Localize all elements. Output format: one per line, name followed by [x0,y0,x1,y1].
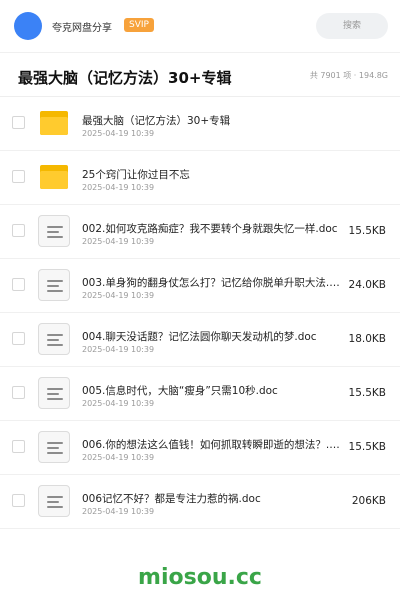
file-date: 2025-04-19 10:39 [82,507,155,516]
file-name: 005.信息时代，大脑“瘦身”只需10秒.doc [82,385,278,397]
file-name: 004.聊天没话题？记忆法圆你聊天发动机的梦.doc [82,331,317,343]
file-row[interactable]: 006.你的想法这么值钱！如何抓取转瞬即逝的想法？.doc 2025-04-19… [0,421,400,475]
file-date: 2025-04-19 10:39 [82,345,155,354]
document-icon [38,323,70,355]
file-row[interactable]: 005.信息时代，大脑“瘦身”只需10秒.doc 2025-04-19 10:3… [0,367,400,421]
file-row[interactable]: 006记忆不好？都是专注力惹的祸.doc 2025-04-19 10:39 20… [0,475,400,529]
file-size: 15.5KB [348,441,386,453]
file-size: 15.5KB [348,387,386,399]
file-date: 2025-04-19 10:39 [82,237,155,246]
file-date: 2025-04-19 10:39 [82,183,155,192]
file-list: 最强大脑（记忆方法）30+专辑 2025-04-19 10:39 25个窍门让你… [0,97,400,529]
search-input[interactable]: 搜索 [316,13,388,39]
file-name: 最强大脑（记忆方法）30+专辑 [82,115,231,127]
row-checkbox[interactable] [12,494,25,507]
file-row[interactable]: 最强大脑（记忆方法）30+专辑 2025-04-19 10:39 [0,97,400,151]
file-row[interactable]: 004.聊天没话题？记忆法圆你聊天发动机的梦.doc 2025-04-19 10… [0,313,400,367]
folder-icon [38,107,70,139]
file-size: 24.0KB [348,279,386,291]
file-name: 006.你的想法这么值钱！如何抓取转瞬即逝的想法？.doc [82,439,340,451]
document-icon [38,485,70,517]
avatar[interactable] [14,12,42,40]
row-checkbox[interactable] [12,224,25,237]
watermark: miosou.cc [138,565,262,590]
document-icon [38,269,70,301]
file-row[interactable]: 003.单身狗的翻身仗怎么打？记忆给你脱单升职大法.doc 2025-04-19… [0,259,400,313]
document-icon [38,215,70,247]
share-title: 夸克网盘分享 [52,23,112,34]
file-row[interactable]: 002.如何攻克路痴症？我不要转个身就跟失忆一样.doc 2025-04-19 … [0,205,400,259]
file-name: 002.如何攻克路痴症？我不要转个身就跟失忆一样.doc [82,223,338,235]
folder-icon [38,161,70,193]
file-name: 003.单身狗的翻身仗怎么打？记忆给你脱单升职大法.doc [82,277,340,289]
folder-header: 最强大脑（记忆方法）30+专辑 共 7901 项 · 194.8G [0,53,400,97]
file-size: 18.0KB [348,333,386,345]
file-size: 15.5KB [348,225,386,237]
folder-stats: 共 7901 项 · 194.8G [309,71,388,80]
page-title: 最强大脑（记忆方法）30+专辑 [18,69,232,87]
row-checkbox[interactable] [12,278,25,291]
row-checkbox[interactable] [12,386,25,399]
file-date: 2025-04-19 10:39 [82,129,155,138]
top-bar: 夸克网盘分享 SVIP 搜索 [0,0,400,52]
file-name: 006记忆不好？都是专注力惹的祸.doc [82,493,261,505]
row-checkbox[interactable] [12,332,25,345]
row-checkbox[interactable] [12,440,25,453]
file-date: 2025-04-19 10:39 [82,399,155,408]
row-checkbox[interactable] [12,116,25,129]
row-checkbox[interactable] [12,170,25,183]
file-date: 2025-04-19 10:39 [82,453,155,462]
file-size: 206KB [351,495,386,507]
svip-badge: SVIP [124,18,154,32]
document-icon [38,377,70,409]
file-name: 25个窍门让你过目不忘 [82,169,190,181]
file-date: 2025-04-19 10:39 [82,291,155,300]
file-row[interactable]: 25个窍门让你过目不忘 2025-04-19 10:39 [0,151,400,205]
document-icon [38,431,70,463]
